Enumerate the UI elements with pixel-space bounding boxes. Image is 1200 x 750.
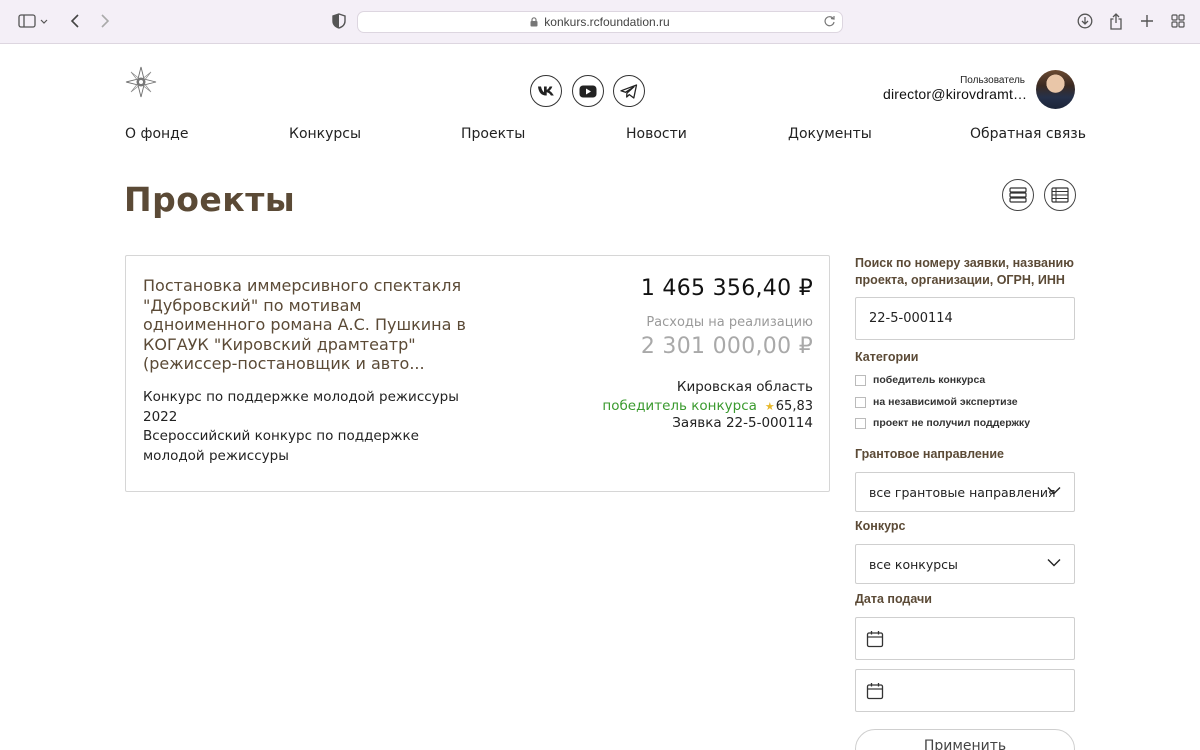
star-icon: ★ [764, 399, 775, 413]
forward-button[interactable] [98, 11, 112, 31]
project-competitions: Конкурс по поддержке молодой режиссуры 2… [143, 388, 473, 466]
project-region: Кировская область [676, 379, 813, 395]
new-tab-button[interactable] [1139, 11, 1155, 31]
contest-select[interactable]: все конкурсы [855, 544, 1075, 584]
reload-icon[interactable] [823, 15, 836, 28]
status-row: победитель конкурса ★ 65,83 [602, 398, 813, 414]
application-number: Заявка 22-5-000114 [672, 415, 813, 431]
expense-value: 2 301 000,00 ₽ [640, 334, 813, 359]
checkbox-label: проект не получил поддержку [873, 417, 1031, 429]
status-badge: победитель конкурса [602, 398, 757, 414]
user-label: Пользователь [960, 75, 1025, 86]
chevron-down-icon [1047, 486, 1061, 495]
plus-icon [1141, 15, 1153, 27]
user-email[interactable]: director@kirovdramteatr.ru [883, 86, 1029, 102]
contest-label: Конкурс [855, 519, 906, 533]
category-expertise-checkbox[interactable]: на независимой экспертизе [855, 396, 1018, 408]
project-score: 65,83 [775, 398, 813, 414]
date-to-input[interactable] [855, 669, 1075, 712]
downloads-button[interactable] [1076, 11, 1094, 31]
select-value: все конкурсы [869, 556, 958, 572]
tab-overview-button[interactable] [1170, 11, 1186, 31]
list-view-button[interactable] [1002, 179, 1034, 211]
category-winner-checkbox[interactable]: победитель конкурса [855, 374, 985, 386]
table-view-button[interactable] [1044, 179, 1076, 211]
nav-item-about[interactable]: О фонде [125, 126, 188, 142]
project-card[interactable]: Постановка иммерсивного спектакля "Дубро… [125, 255, 830, 492]
youtube-icon [579, 85, 597, 97]
lock-icon [530, 17, 538, 27]
checkbox[interactable] [855, 396, 866, 408]
foundation-logo[interactable] [125, 66, 157, 98]
competition-name: Всероссийский конкурс по поддержке молод… [143, 428, 419, 464]
chevron-right-icon [101, 14, 110, 28]
tabs-grid-icon [1171, 14, 1185, 28]
project-title[interactable]: Постановка иммерсивного спектакля "Дубро… [143, 276, 473, 374]
table-view-icon [1051, 187, 1069, 203]
grant-direction-label: Грантовое направление [855, 447, 1004, 461]
nav-item-projects[interactable]: Проекты [461, 126, 525, 142]
chevron-left-icon [70, 14, 79, 28]
sidebar-toggle-button[interactable] [16, 11, 50, 31]
vk-link[interactable] [530, 75, 562, 107]
browser-toolbar: konkurs.rcfoundation.ru [0, 0, 1200, 44]
list-view-icon [1009, 187, 1027, 203]
category-rejected-checkbox[interactable]: проект не получил поддержку [855, 417, 1030, 429]
date-from-input[interactable] [855, 617, 1075, 660]
vk-icon [538, 86, 554, 96]
categories-label: Категории [855, 350, 919, 364]
grant-direction-select[interactable]: все грантовые направления [855, 472, 1075, 512]
checkbox[interactable] [855, 417, 866, 429]
sidebar-icon [18, 14, 48, 28]
expense-label: Расходы на реализацию [646, 315, 813, 330]
search-input[interactable]: 22-5-000114 [855, 297, 1075, 340]
url-text: konkurs.rcfoundation.ru [544, 15, 670, 29]
nav-item-news[interactable]: Новости [626, 126, 687, 142]
grant-amount: 1 465 356,40 ₽ [640, 276, 813, 301]
search-label: Поиск по номеру заявки, названию проекта… [855, 256, 1074, 287]
telegram-link[interactable] [613, 75, 645, 107]
select-value: все грантовые направления [869, 484, 1056, 500]
share-icon [1110, 12, 1122, 30]
checkbox[interactable] [855, 374, 866, 386]
checkbox-label: победитель конкурса [873, 374, 986, 386]
privacy-button[interactable] [331, 11, 347, 31]
share-button[interactable] [1108, 11, 1124, 31]
nav-item-contests[interactable]: Конкурсы [289, 126, 361, 142]
apply-button[interactable]: Применить [855, 729, 1075, 750]
calendar-icon[interactable] [866, 630, 884, 648]
back-button[interactable] [68, 11, 82, 31]
chevron-down-icon [1047, 558, 1061, 567]
page-title: Проекты [124, 180, 296, 219]
checkbox-label: на независимой экспертизе [873, 396, 1018, 408]
youtube-link[interactable] [572, 75, 604, 107]
nav-item-documents[interactable]: Документы [788, 126, 872, 142]
calendar-icon[interactable] [866, 682, 884, 700]
nav-item-feedback[interactable]: Обратная связь [970, 126, 1086, 142]
avatar[interactable] [1036, 70, 1075, 109]
address-bar[interactable]: konkurs.rcfoundation.ru [357, 11, 843, 33]
date-label: Дата подачи [855, 592, 932, 606]
download-icon [1077, 13, 1093, 29]
competition-name: Конкурс по поддержке молодой режиссуры 2… [143, 389, 459, 425]
shield-icon [332, 13, 346, 29]
telegram-icon [620, 83, 638, 99]
